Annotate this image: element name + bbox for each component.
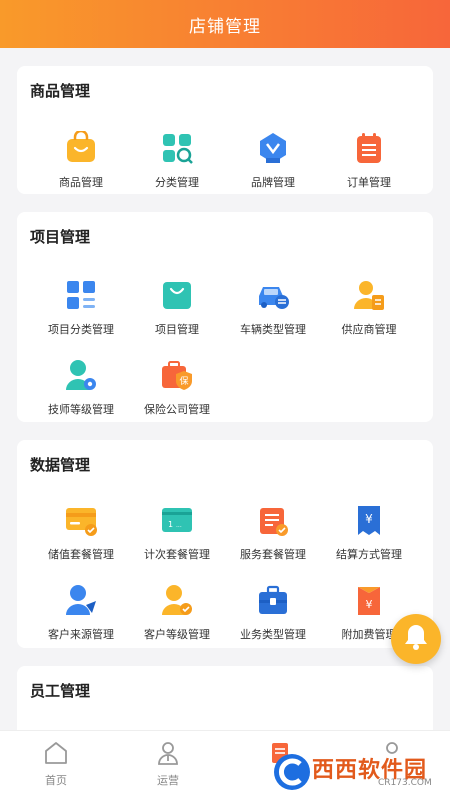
menu-item-project[interactable]: 项目管理 — [129, 278, 225, 338]
category-search-icon — [160, 131, 194, 165]
customer-level-icon — [160, 583, 194, 617]
svg-text:¥: ¥ — [365, 512, 373, 526]
settlement-yen-icon: ¥ — [352, 503, 386, 537]
menu-item-customer-level[interactable]: 客户等级管理 — [129, 583, 225, 643]
section-title: 数据管理 — [30, 456, 91, 474]
order-list-icon — [352, 131, 386, 165]
surcharge-yen-icon: ¥ — [352, 583, 386, 617]
briefcase-icon — [256, 583, 290, 617]
menu-item-project-category[interactable]: 项目分类管理 — [33, 278, 129, 338]
tab-home[interactable]: 首页 — [0, 731, 112, 800]
page-title: 店铺管理 — [189, 16, 261, 37]
app-header: 店铺管理 — [0, 0, 450, 48]
section-title: 员工管理 — [30, 682, 91, 700]
grid-list-icon — [64, 278, 98, 312]
supplier-user-icon — [352, 278, 386, 312]
technician-gear-icon — [64, 358, 98, 392]
count-card-icon: 1... — [160, 503, 194, 537]
insurance-case-icon: 保 — [160, 358, 194, 392]
menu-item-stored-value-package[interactable]: 储值套餐管理 — [33, 503, 129, 563]
car-icon — [256, 278, 290, 312]
watermark-c-icon — [274, 754, 310, 790]
svg-text:保: 保 — [179, 375, 188, 387]
notification-bell-button[interactable] — [391, 614, 441, 664]
menu-item-order-management[interactable]: 订单管理 — [321, 131, 417, 191]
menu-item-count-package[interactable]: 1... 计次套餐管理 — [129, 503, 225, 563]
menu-item-vehicle-type[interactable]: 车辆类型管理 — [225, 278, 321, 338]
tab-operation[interactable]: 运营 — [112, 731, 224, 800]
operation-user-icon — [154, 739, 182, 767]
svg-text:...: ... — [176, 522, 182, 529]
menu-item-insurance-company[interactable]: 保 保险公司管理 — [129, 358, 225, 418]
service-package-icon — [256, 503, 290, 537]
stored-value-card-icon — [64, 503, 98, 537]
watermark-logo: 西西软件园 CR173.COM — [270, 750, 448, 794]
menu-item-settlement-method[interactable]: ¥ 结算方式管理 — [321, 503, 417, 563]
bag-teal-icon — [160, 278, 194, 312]
menu-item-business-type[interactable]: 业务类型管理 — [225, 583, 321, 643]
svg-text:1: 1 — [168, 520, 173, 529]
svg-text:¥: ¥ — [366, 598, 373, 611]
section-title: 项目管理 — [30, 228, 91, 246]
section-title: 商品管理 — [30, 82, 91, 100]
section-project-management: 项目管理 项目分类管理 项目管理 车辆类型管理 供应商管理 技师等级管理 保 保… — [17, 212, 433, 422]
menu-item-supplier[interactable]: 供应商管理 — [321, 278, 417, 338]
menu-item-product-management[interactable]: 商品管理 — [33, 131, 129, 191]
menu-item-category-management[interactable]: 分类管理 — [129, 131, 225, 191]
bell-icon — [403, 623, 429, 655]
customer-source-icon — [64, 583, 98, 617]
section-data-management: 数据管理 储值套餐管理 1... 计次套餐管理 服务套餐管理 ¥ 结算方式管理 … — [17, 440, 433, 648]
menu-item-service-package[interactable]: 服务套餐管理 — [225, 503, 321, 563]
menu-item-brand-management[interactable]: 品牌管理 — [225, 131, 321, 191]
section-product-management: 商品管理 商品管理 分类管理 品牌管理 订单管理 — [17, 66, 433, 194]
shopping-bag-icon — [64, 131, 98, 165]
brand-badge-icon — [256, 131, 290, 165]
menu-item-customer-source[interactable]: 客户来源管理 — [33, 583, 129, 643]
home-icon — [42, 739, 70, 767]
menu-item-technician-level[interactable]: 技师等级管理 — [33, 358, 129, 418]
watermark-sub: CR173.COM — [378, 778, 432, 788]
